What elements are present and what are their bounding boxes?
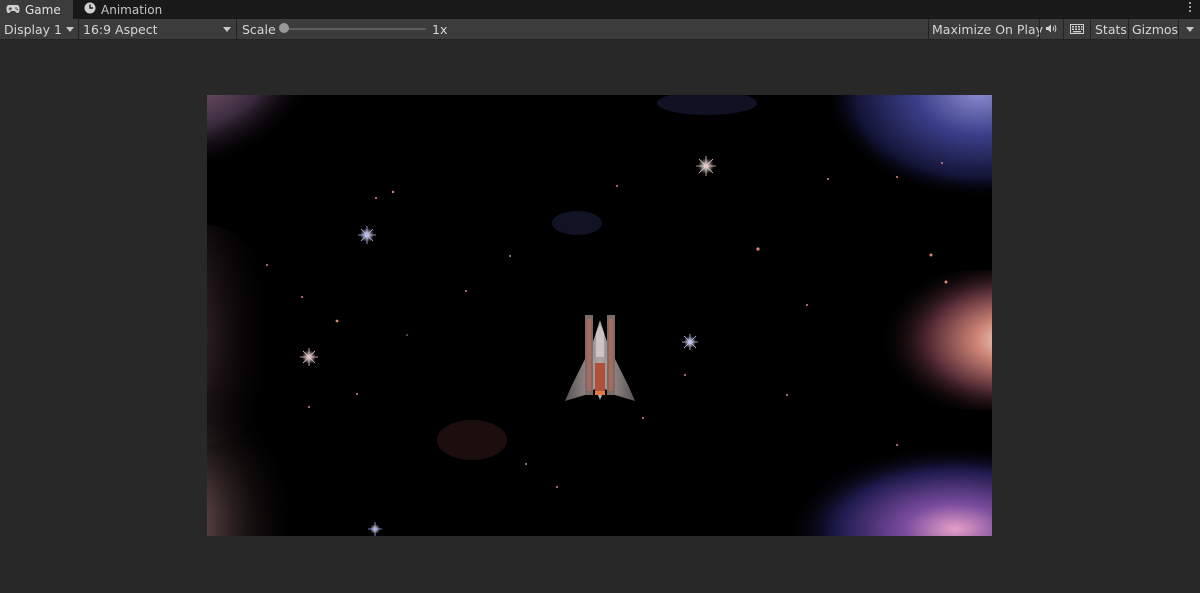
star-flare-4: [682, 334, 698, 350]
scale-slider-track[interactable]: [284, 28, 426, 30]
space-scene: [207, 95, 992, 536]
tab-animation[interactable]: Animation: [76, 0, 166, 19]
star-flare-1: [696, 156, 716, 176]
clock-icon: [84, 2, 96, 17]
maximize-on-play-label: Maximize On Play: [932, 21, 1043, 37]
editor-tab-bar: Game Animation: [0, 0, 1200, 19]
display-dropdown[interactable]: Display 1: [0, 19, 78, 39]
chevron-down-icon: [66, 27, 74, 32]
tab-game-label: Game: [25, 2, 61, 17]
game-view-toolbar: Display 1 16:9 Aspect Scale 1x Maximize …: [0, 19, 1200, 40]
gizmos-dropdown[interactable]: [1179, 19, 1200, 39]
maximize-on-play-toggle[interactable]: Maximize On Play: [932, 19, 1043, 39]
more-options-icon[interactable]: [1188, 2, 1192, 12]
gizmos-label: Gizmos: [1132, 21, 1179, 37]
display-dropdown-label: Display 1: [4, 21, 63, 37]
mute-audio-toggle[interactable]: [1045, 19, 1058, 39]
speaker-icon: [1045, 22, 1058, 37]
gamepad-icon: [6, 3, 20, 17]
chevron-down-icon: [1186, 27, 1194, 32]
aspect-dropdown-label: 16:9 Aspect: [83, 21, 158, 37]
chevron-down-icon: [223, 27, 231, 32]
scale-label: Scale: [242, 21, 276, 37]
keyboard-shortcuts-toggle[interactable]: [1070, 19, 1084, 39]
keyboard-icon: [1070, 22, 1084, 37]
scale-value: 1x: [432, 21, 448, 37]
tab-animation-label: Animation: [101, 2, 163, 17]
stats-label: Stats: [1095, 21, 1127, 37]
tab-game[interactable]: Game: [0, 0, 73, 19]
stats-toggle[interactable]: Stats: [1095, 19, 1127, 39]
gizmos-toggle[interactable]: Gizmos: [1132, 19, 1178, 39]
game-viewport[interactable]: [207, 95, 992, 536]
scale-slider-handle[interactable]: [279, 23, 289, 33]
aspect-dropdown[interactable]: 16:9 Aspect: [79, 19, 236, 39]
